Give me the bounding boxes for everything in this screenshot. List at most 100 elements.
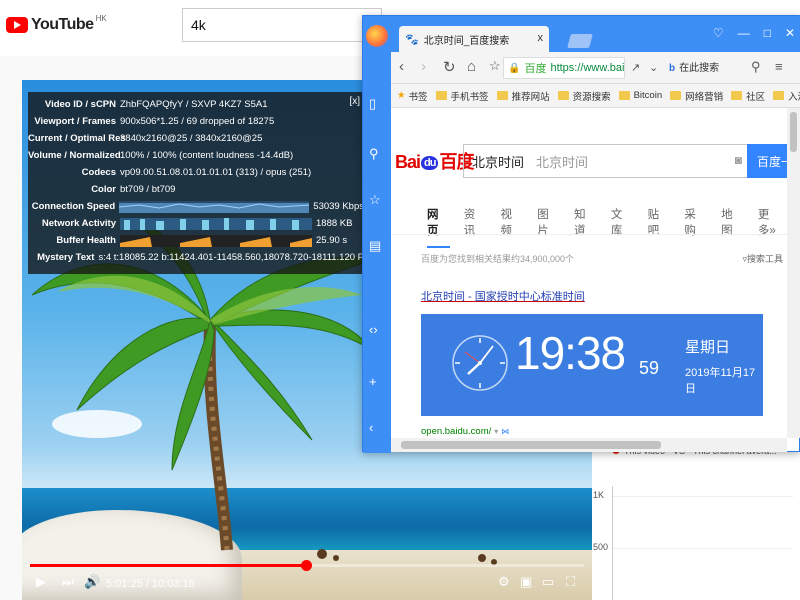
search-here-label: 在此搜索 [679, 63, 720, 74]
folder-icon [435, 91, 447, 100]
tab-wenku[interactable]: 文库 [611, 206, 634, 248]
stats-label: Viewport / Frames [34, 116, 116, 127]
search-icon[interactable]: ⚲ [751, 59, 761, 75]
collapse-arrows-icon[interactable]: ‹› [369, 322, 378, 337]
youtube-play-icon [6, 17, 28, 33]
scrollbar-thumb[interactable] [790, 112, 797, 152]
browser-titlebar: 🐾 北京时间_百度搜索 x ♡ — □ ✕ [391, 16, 800, 52]
search-icon[interactable]: ⚲ [369, 146, 379, 162]
horizontal-scrollbar[interactable] [391, 438, 787, 452]
fullscreen-icon[interactable]: ⛶ [566, 574, 575, 590]
tab-title: 北京时间_百度搜索 [423, 35, 510, 47]
bookmark-item[interactable]: 入漠 [773, 89, 800, 103]
new-tab-button[interactable] [567, 34, 593, 48]
bookmark-item[interactable]: 社区 [731, 89, 765, 103]
close-window-button[interactable]: ✕ [785, 26, 795, 40]
sidebar-collapse-icon[interactable]: ‹ [369, 420, 373, 435]
scrollbar-thumb[interactable] [401, 441, 661, 449]
next-icon[interactable]: ⏭ [62, 574, 74, 590]
notes-icon[interactable]: ▤ [369, 238, 381, 254]
tab-more[interactable]: 更多» [758, 206, 787, 248]
tab-tieba[interactable]: 贴吧 [648, 206, 671, 248]
search-tools-button[interactable]: ▿搜索工具 [742, 252, 783, 265]
favorites-star-icon[interactable]: ☆ [369, 192, 381, 208]
bookmark-item[interactable]: 手机书签 [435, 89, 489, 103]
gridline [613, 548, 793, 549]
dropdown-arrow-icon[interactable]: ▾ [494, 427, 498, 436]
camera-icon[interactable]: ◙ [735, 153, 742, 167]
baidu-paw-icon: 🐾 [405, 33, 419, 46]
home-icon[interactable]: ⌂ [467, 58, 476, 75]
tab-caigou[interactable]: 采购 [684, 206, 707, 248]
stats-value: 900x506*1.25 / 69 dropped of 18275 [120, 116, 275, 127]
clock-seconds: 59 [639, 358, 660, 378]
youtube-region-label: HK [95, 13, 107, 23]
tab-images[interactable]: 图片 [537, 206, 560, 248]
search-engine-box[interactable]: b 在此搜索 [669, 59, 719, 74]
stats-value: 3840x2160@25 / 3840x2160@25 [120, 133, 263, 144]
favorite-shirt-icon[interactable]: ♡ [713, 26, 724, 40]
analytics-chart-axis: 1K 500 [593, 486, 793, 600]
reload-icon[interactable]: ↻ [443, 58, 456, 76]
youtube-search-input[interactable]: 4k [182, 8, 382, 42]
tab-web[interactable]: 网页 [427, 206, 450, 248]
tab-close-button[interactable]: x [538, 32, 544, 44]
folder-icon [496, 91, 508, 100]
theater-mode-icon[interactable]: ▭ [542, 574, 554, 590]
menu-icon[interactable]: ≡ [775, 59, 783, 74]
maximize-button[interactable]: □ [764, 26, 771, 40]
bookmark-star-icon[interactable]: ☆ [489, 58, 501, 74]
stats-row: Volume / Normalized 100% / 100% (content… [28, 147, 364, 164]
youtube-logo[interactable]: YouTube HK [6, 13, 107, 34]
play-icon[interactable]: ▶ [36, 574, 46, 590]
clock-weekday: 星期日 [685, 339, 731, 356]
baidu-category-tabs: 网页 资讯 视频 图片 知道 文库 贴吧 采购 地图 更多» [427, 206, 787, 248]
browser-window: ▯ ⚲ ☆ ▤ ‹› + ‹ 🐾 北京时间_百度搜索 x ♡ — □ ✕ ‹ ›… [362, 15, 800, 453]
bookmark-label: 手机书签 [450, 91, 489, 103]
dropdown-chevron-icon[interactable]: ⌄ [649, 61, 658, 74]
buffer-health-sparkline [120, 236, 312, 247]
reading-list-icon[interactable]: ▯ [369, 96, 376, 112]
tab-zhidao[interactable]: 知道 [574, 206, 597, 248]
analytics-panel: This video VS This channel avera... 1K 5… [592, 436, 800, 600]
time-display: 5:01:25 / 10:03:16 [106, 578, 195, 590]
browser-tab[interactable]: 🐾 北京时间_百度搜索 x [399, 26, 549, 52]
bookmark-item[interactable]: ★ 书签 [397, 89, 428, 103]
address-url: https://www.baidu [550, 62, 625, 74]
clock-time: 19:38 [515, 327, 626, 379]
tab-news[interactable]: 资讯 [464, 206, 487, 248]
progress-scrubber-handle[interactable] [301, 560, 313, 571]
baidu-logo[interactable]: Bai du 百度 [395, 148, 474, 174]
result-url[interactable]: open.baidu.com/▾ ⋈ [421, 426, 509, 437]
bookmark-label: 资源搜索 [572, 91, 611, 103]
volume-icon[interactable]: 🔊 [84, 574, 100, 590]
miniplayer-icon[interactable]: ▣ [520, 574, 532, 590]
forward-icon[interactable]: › [421, 58, 426, 75]
bookmark-item[interactable]: 资源搜索 [557, 89, 611, 103]
bookmark-item[interactable]: Bitcoin [618, 90, 662, 101]
minimize-button[interactable]: — [738, 26, 750, 40]
browser-logo-icon[interactable] [366, 25, 388, 47]
bookmark-item[interactable]: 推荐网站 [496, 89, 550, 103]
back-icon[interactable]: ‹ [399, 58, 404, 75]
gridline [613, 496, 793, 497]
result-title-link[interactable]: 北京时间 - 国家授时中心标准时间 [421, 288, 585, 304]
share-icon[interactable]: ⋈ [501, 427, 509, 436]
network-activity-graph [120, 217, 312, 230]
tab-map[interactable]: 地图 [721, 206, 744, 248]
add-icon[interactable]: + [369, 374, 377, 389]
address-bar[interactable]: 🔒 百度 https://www.baidu [503, 57, 625, 79]
baidu-search-button[interactable]: 百度一 [747, 144, 787, 178]
settings-gear-icon[interactable]: ⚙ [498, 574, 510, 590]
bookmark-item[interactable]: 网络营销 [670, 89, 723, 103]
stats-value: 53039 Kbps [313, 201, 364, 212]
vertical-scrollbar[interactable] [787, 108, 800, 438]
progress-bar[interactable] [30, 560, 584, 571]
y-tick-label: 1K [593, 490, 605, 500]
baidu-search-input[interactable]: 北京时间 北京时间 ◙ [463, 144, 749, 178]
y-tick-label: 500 [593, 542, 609, 552]
tab-video[interactable]: 视频 [501, 206, 524, 248]
stats-label: Color [91, 184, 116, 195]
share-icon[interactable]: ↗ [631, 61, 640, 74]
stats-label: Video ID / sCPN [44, 99, 116, 110]
